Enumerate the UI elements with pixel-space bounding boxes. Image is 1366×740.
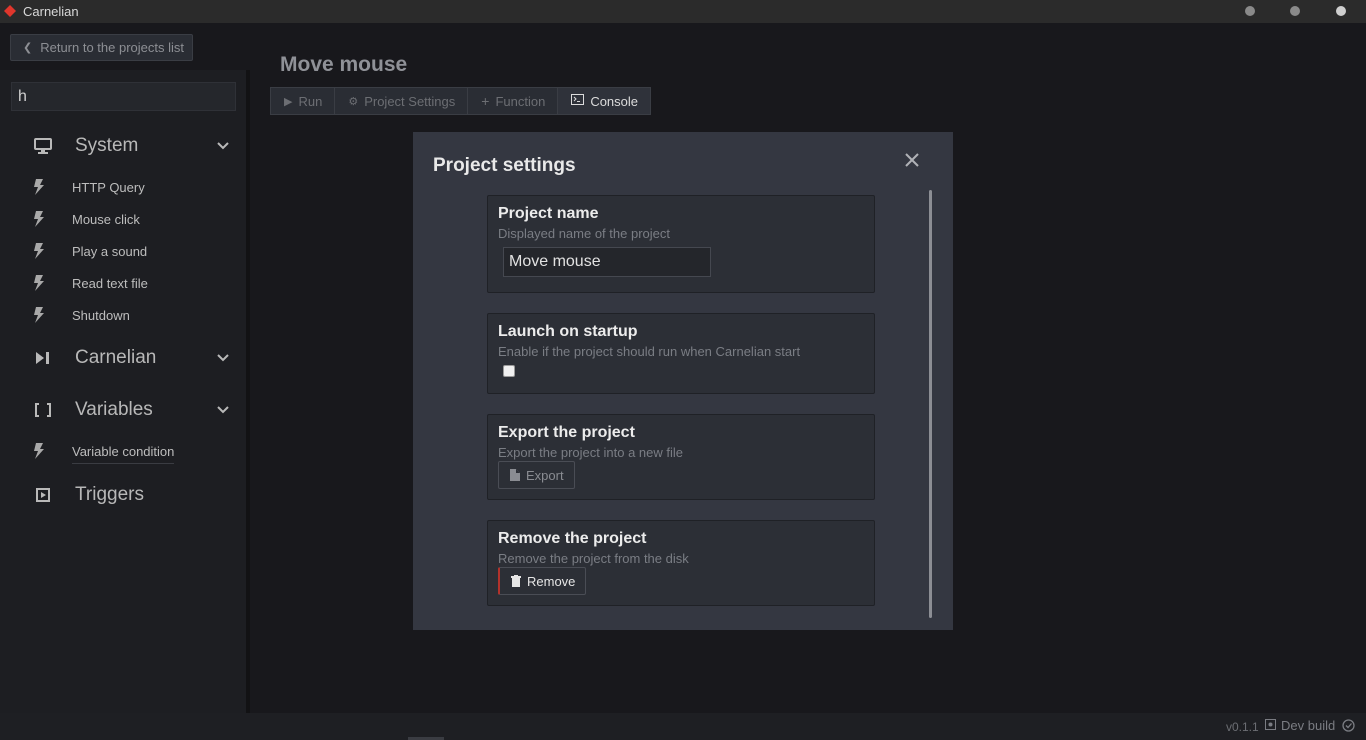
bolt-icon [33,443,45,459]
sidebar-item-http-query[interactable]: HTTP Query [0,177,246,201]
sidebar-item-label: Shutdown [72,308,130,323]
sidebar-item-read-text-file[interactable]: Read text file [0,273,246,297]
export-button[interactable]: Export [498,461,575,489]
card-title: Export the project [498,424,635,441]
card-description: Enable if the project should run when Ca… [498,344,801,359]
plus-icon: + [481,93,490,109]
return-to-projects-button[interactable]: ❮ Return to the projects list [10,34,193,61]
category-system[interactable]: System [0,131,246,161]
sidebar-item-variable-condition[interactable]: Variable condition [0,441,246,465]
search-input[interactable] [11,82,236,111]
sidebar: System HTTP Query Mouse click Play a sou… [0,70,250,713]
category-triggers[interactable]: Triggers [0,480,246,510]
project-settings-modal: Project settings Project name Displayed … [413,132,953,630]
card-title: Remove the project [498,530,647,547]
modal-scrollbar[interactable] [929,190,932,618]
brackets-icon [34,401,52,419]
app-title: Carnelian [23,4,79,19]
sidebar-item-label: Play a sound [72,244,148,259]
launch-on-startup-card: Launch on startup Enable if the project … [487,313,875,394]
return-to-projects-label: Return to the projects list [40,40,185,55]
trash-icon [511,575,521,587]
divider [72,463,174,464]
console-button[interactable]: Console [557,87,652,115]
card-description: Export the project into a new file [498,445,683,460]
sidebar-item-shutdown[interactable]: Shutdown [0,305,246,329]
bolt-icon [33,243,45,259]
chevron-left-icon: ❮ [23,42,33,54]
chevron-down-icon[interactable] [216,403,230,417]
bolt-icon [33,179,45,195]
sidebar-item-mouse-click[interactable]: Mouse click [0,209,246,233]
category-label: Variables [75,399,153,420]
project-settings-button[interactable]: ⚙ Project Settings [334,87,469,115]
minimize-button[interactable] [1245,6,1255,16]
terminal-icon [571,94,585,108]
category-label: Carnelian [75,347,157,368]
maximize-button[interactable] [1290,6,1300,16]
carnelian-logo-icon [3,4,17,18]
launch-on-startup-checkbox[interactable] [503,365,515,377]
remove-project-card: Remove the project Remove the project fr… [487,520,875,606]
dev-build-badge: Dev build [1265,718,1335,733]
build-icon [1265,718,1276,733]
category-carnelian[interactable]: Carnelian [0,343,246,373]
remove-button[interactable]: Remove [498,567,587,595]
remove-label: Remove [527,573,576,589]
play-square-icon [34,486,52,504]
chevron-down-icon[interactable] [216,139,230,153]
check-circle-icon[interactable] [1342,719,1355,732]
carnelian-icon [34,349,52,367]
function-button[interactable]: + Function [467,87,559,115]
export-label: Export [526,467,564,483]
run-button[interactable]: ▶ Run [270,87,336,115]
card-title: Launch on startup [498,323,638,340]
card-description: Displayed name of the project [498,226,670,241]
project-toolbar: ▶ Run ⚙ Project Settings + Function Cons… [270,87,652,115]
file-export-icon [510,469,520,481]
close-icon[interactable] [903,151,921,169]
category-variables[interactable]: Variables [0,395,246,425]
export-project-card: Export the project Export the project in… [487,414,875,500]
card-description: Remove the project from the disk [498,551,689,566]
category-label: System [75,135,139,156]
close-window-button[interactable] [1336,6,1346,16]
sidebar-item-label: Mouse click [72,212,140,227]
category-label: Triggers [75,484,144,505]
monitor-icon [34,137,52,155]
project-settings-label: Project Settings [364,93,456,109]
bolt-icon [33,275,45,291]
run-label: Run [298,93,323,109]
bolt-icon [33,211,45,227]
modal-title: Project settings [433,155,576,176]
project-name-card: Project name Displayed name of the proje… [487,195,875,293]
card-title: Project name [498,205,599,222]
sidebar-item-play-a-sound[interactable]: Play a sound [0,241,246,265]
play-icon: ▶ [284,95,293,108]
function-label: Function [495,93,546,109]
page-title: Move mouse [280,53,408,76]
project-name-input[interactable] [503,247,711,277]
dev-build-label: Dev build [1281,718,1336,733]
chevron-down-icon[interactable] [216,351,230,365]
status-bar: v0.1.1 Dev build [0,713,1366,740]
title-bar: Carnelian [0,0,1366,23]
sidebar-item-label: Read text file [72,276,148,291]
sidebar-item-label: Variable condition [72,444,175,459]
console-label: Console [590,93,639,109]
sidebar-item-label: HTTP Query [72,180,145,195]
version-label: v0.1.1 [1226,720,1259,734]
bolt-icon [33,307,45,323]
gear-icon: ⚙ [348,95,359,108]
